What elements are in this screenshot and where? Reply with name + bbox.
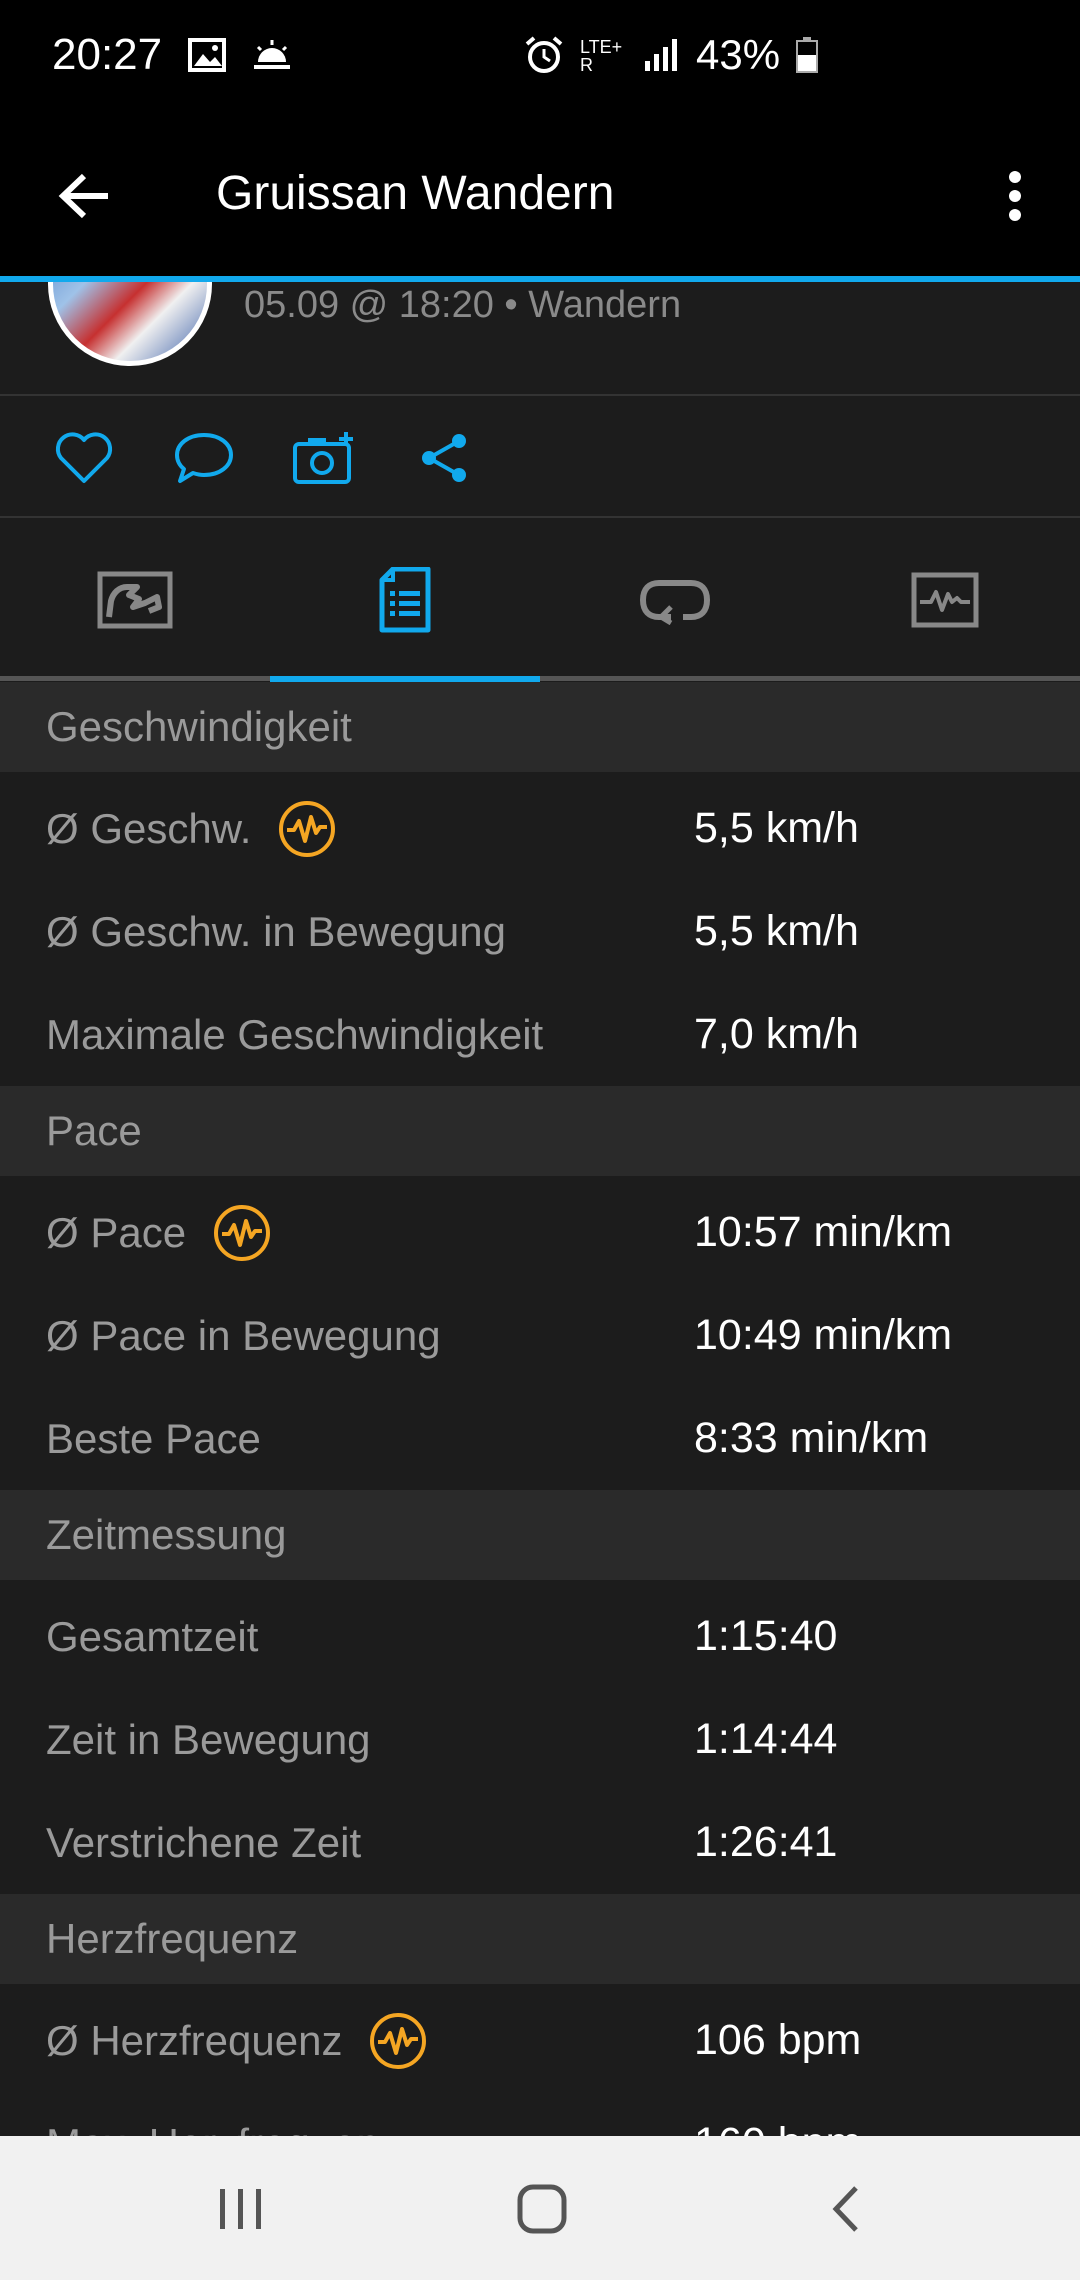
stat-row: Max. Herzfrequenz 160 bpm <box>0 2092 1080 2136</box>
stat-row: Ø Geschw. in Bewegung 5,5 km/h <box>0 880 1080 983</box>
stat-label: Zeit in Bewegung <box>46 1715 371 1763</box>
stat-value: 10:57 min/km <box>694 1208 953 1256</box>
chart-icon <box>911 572 979 628</box>
more-options-button[interactable] <box>990 156 1040 236</box>
section-header-timing: Zeitmessung <box>0 1490 1080 1580</box>
section-header-heart-rate: Herzfrequenz <box>0 1894 1080 1984</box>
activity-header: 05.09 @ 18:20 • Wandern <box>0 282 1080 396</box>
stat-label: Max. Herzfrequenz <box>46 2120 401 2137</box>
stat-row: Ø Herzfrequenz 106 bpm <box>0 1989 1080 2092</box>
stat-label: Ø Geschw. <box>46 804 252 852</box>
stat-value: 8:33 min/km <box>694 1414 929 1462</box>
loop-icon <box>639 580 711 625</box>
tab-baseline <box>0 676 1080 681</box>
stat-row: Ø Pace in Bewegung 10:49 min/km <box>0 1284 1080 1387</box>
stat-row: Maximale Geschwindigkeit 7,0 km/h <box>0 983 1080 1086</box>
home-icon <box>517 2184 567 2234</box>
stat-label: Gesamtzeit <box>46 1612 259 1660</box>
stat-label: Maximale Geschwindigkeit <box>46 1010 544 1058</box>
map-icon <box>97 571 173 629</box>
avatar[interactable] <box>48 282 212 366</box>
arrow-left-icon <box>58 173 108 219</box>
like-button[interactable] <box>48 422 120 494</box>
stat-value: 1:15:40 <box>694 1612 838 1660</box>
stat-value: 160 bpm <box>694 2119 861 2136</box>
more-vert-icon <box>1009 171 1021 221</box>
stat-label: Ø Pace in Bewegung <box>46 1311 441 1359</box>
stat-value: 5,5 km/h <box>694 907 859 955</box>
comment-button[interactable] <box>168 422 240 494</box>
gallery-notification-icon <box>188 38 227 72</box>
share-button[interactable] <box>408 422 480 494</box>
section-header-pace: Pace <box>0 1086 1080 1176</box>
heart-rate-badge-icon <box>368 2011 428 2071</box>
alarm-icon <box>524 35 564 75</box>
share-icon <box>422 434 466 482</box>
tab-stats[interactable] <box>270 518 540 682</box>
home-button[interactable] <box>507 2174 577 2244</box>
stat-row: Beste Pace 8:33 min/km <box>0 1387 1080 1490</box>
add-photo-button[interactable] <box>288 422 360 494</box>
page-title: Gruissan Wandern <box>216 167 615 220</box>
heart-icon <box>55 432 113 483</box>
document-list-icon <box>379 567 431 633</box>
status-bar: 20:27 LTE+ R 43% <box>0 0 1080 110</box>
stat-value: 1:26:41 <box>694 1818 838 1866</box>
stat-row: Ø Geschw. 5,5 km/h <box>0 777 1080 880</box>
chevron-left-icon <box>832 2186 858 2232</box>
stat-row: Verstrichene Zeit 1:26:41 <box>0 1791 1080 1894</box>
stat-row: Gesamtzeit 1:15:40 <box>0 1585 1080 1688</box>
battery-icon <box>796 37 819 73</box>
system-nav-bar <box>0 2136 1080 2280</box>
heart-rate-badge-icon <box>277 799 337 859</box>
weather-icon <box>252 38 292 72</box>
stat-label: Ø Geschw. in Bewegung <box>46 907 506 955</box>
stats-list: Geschwindigkeit Ø Geschw. 5,5 km/h Ø Ges… <box>0 682 1080 2136</box>
section-header-speed: Geschwindigkeit <box>0 682 1080 772</box>
status-time: 20:27 <box>52 30 163 79</box>
heart-rate-badge-icon <box>212 1203 272 1263</box>
signal-icon <box>644 37 680 73</box>
app-bar: Gruissan Wandern <box>0 110 1080 276</box>
tab-charts[interactable] <box>810 518 1080 682</box>
stat-value: 5,5 km/h <box>694 804 859 852</box>
stat-value: 10:49 min/km <box>694 1311 953 1359</box>
stat-label: Verstrichene Zeit <box>46 1818 362 1866</box>
network-type: LTE+ R <box>580 37 623 75</box>
tab-row <box>0 518 1080 682</box>
back-button[interactable] <box>44 156 124 236</box>
action-row <box>0 396 1080 518</box>
add-photo-icon <box>293 432 353 484</box>
recent-apps-icon <box>220 2189 261 2229</box>
battery-percent: 43% <box>696 31 781 78</box>
stat-value: 7,0 km/h <box>694 1010 859 1058</box>
stat-value: 106 bpm <box>694 2016 862 2064</box>
back-nav-button[interactable] <box>810 2174 880 2244</box>
stat-row: Ø Pace 10:57 min/km <box>0 1181 1080 1284</box>
stat-row: Zeit in Bewegung 1:14:44 <box>0 1688 1080 1791</box>
tab-map[interactable] <box>0 518 270 682</box>
tab-laps[interactable] <box>540 518 810 682</box>
stat-label: Beste Pace <box>46 1414 261 1462</box>
stat-label: Ø Herzfrequenz <box>46 2016 343 2064</box>
comment-icon <box>175 433 233 483</box>
recent-apps-button[interactable] <box>206 2174 276 2244</box>
activity-subtitle: 05.09 @ 18:20 • Wandern <box>244 284 682 326</box>
stat-value: 1:14:44 <box>694 1715 838 1763</box>
stat-label: Ø Pace <box>46 1208 187 1256</box>
